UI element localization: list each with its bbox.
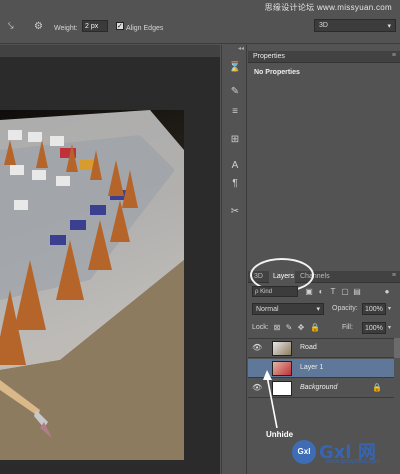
photo-illustration (0, 110, 184, 460)
layers-scrollbar[interactable] (394, 338, 400, 358)
lock-position-icon[interactable]: ✥ (296, 322, 306, 333)
weight-input[interactable]: 2 px (82, 20, 108, 32)
layer-name: Layer 1 (300, 364, 324, 371)
annotation-arrow (263, 370, 278, 428)
filter-toggle-icon[interactable]: ● (382, 286, 392, 297)
collapse-icon[interactable]: ◂◂ (238, 45, 244, 52)
pixel-filter-icon[interactable]: ▣ (304, 286, 314, 297)
panel-menu-icon[interactable]: ≡ (392, 272, 396, 279)
smart-object-filter-icon[interactable]: ▤ (352, 286, 362, 297)
chevron-down-icon: ▾ (316, 306, 320, 313)
filter-row: ρ Kind ▣ ◐ T ▢ ▤ ● (252, 286, 396, 298)
paragraph-icon[interactable]: ¶ (228, 177, 242, 191)
properties-header: Properties ≡ (248, 51, 400, 63)
shape-filter-icon[interactable]: ▢ (340, 286, 350, 297)
type-filter-icon[interactable]: T (328, 286, 338, 297)
adjustment-filter-icon[interactable]: ◐ (316, 286, 326, 297)
lock-icon: 🔒 (372, 383, 382, 392)
weight-label: Weight: (54, 24, 78, 32)
annotation-label: Unhide (266, 430, 294, 439)
blend-mode-select[interactable]: Normal ▾ (252, 303, 324, 315)
chevron-down-icon[interactable]: ▾ (388, 324, 391, 331)
layer-name: Road (300, 344, 317, 351)
layer-thumbnail (272, 341, 292, 356)
eye-icon[interactable]: 👁 (252, 344, 262, 352)
logo-badge: Gxl (292, 440, 316, 464)
chevron-down-icon[interactable]: ▾ (388, 305, 391, 312)
opacity-input[interactable]: 100% (362, 303, 386, 315)
workspace-value: 3D (319, 22, 328, 29)
brush-icon[interactable]: ≡ (228, 105, 242, 119)
document-image[interactable] (0, 110, 184, 460)
align-edges-label: Align Edges (126, 24, 164, 32)
document-tab-bar (0, 45, 220, 57)
align-edges-checkbox[interactable]: ✓ (116, 22, 124, 30)
document-area (0, 45, 220, 474)
lock-row: Lock: ⊠ ✎ ✥ 🔒 Fill: 100% ▾ (252, 321, 396, 335)
workspace-select[interactable]: 3D ▾ (314, 19, 396, 32)
blend-mode-value: Normal (256, 305, 279, 313)
character-icon[interactable]: A (228, 159, 242, 173)
logo-url: www.gxlsystem.com (326, 459, 381, 465)
chevron-down-icon: ▾ (387, 22, 391, 30)
clone-source-icon[interactable]: ⊞ (228, 133, 242, 147)
gear-icon[interactable]: ⚙ (34, 20, 43, 32)
blend-row: Normal ▾ Opacity: 100% ▾ (252, 303, 396, 317)
site-logo: Gxl Gxl 网 www.gxlsystem.com (292, 438, 396, 470)
opacity-label: Opacity: (332, 305, 358, 312)
brush-preset-icon[interactable]: ✎ (228, 85, 242, 99)
panel-icon-strip: ◂◂ ⌛ ✎ ≡ ⊞ A ¶ ✂ (221, 45, 247, 474)
panel-menu-icon[interactable]: ≡ (392, 52, 396, 59)
layer-row-road[interactable]: 👁 Road (248, 339, 394, 358)
eye-icon[interactable]: 👁 (252, 384, 262, 392)
tool-preset-icon[interactable]: ⤥ (8, 20, 14, 32)
eye-hidden-icon[interactable]: □ (252, 364, 262, 372)
history-icon[interactable]: ⌛ (228, 61, 242, 75)
properties-message: No Properties (254, 69, 300, 76)
lock-label: Lock: (252, 324, 269, 331)
layer-name: Background (300, 384, 338, 391)
kind-filter-select[interactable]: ρ Kind (252, 286, 298, 297)
fill-input[interactable]: 100% (362, 322, 386, 334)
fill-label: Fill: (342, 324, 353, 331)
lock-pixels-icon[interactable]: ✎ (284, 322, 294, 333)
lock-all-icon[interactable]: 🔒 (310, 322, 320, 333)
tools-icon[interactable]: ✂ (228, 205, 242, 219)
tab-properties[interactable]: Properties (253, 53, 285, 60)
lock-transparency-icon[interactable]: ⊠ (272, 322, 282, 333)
